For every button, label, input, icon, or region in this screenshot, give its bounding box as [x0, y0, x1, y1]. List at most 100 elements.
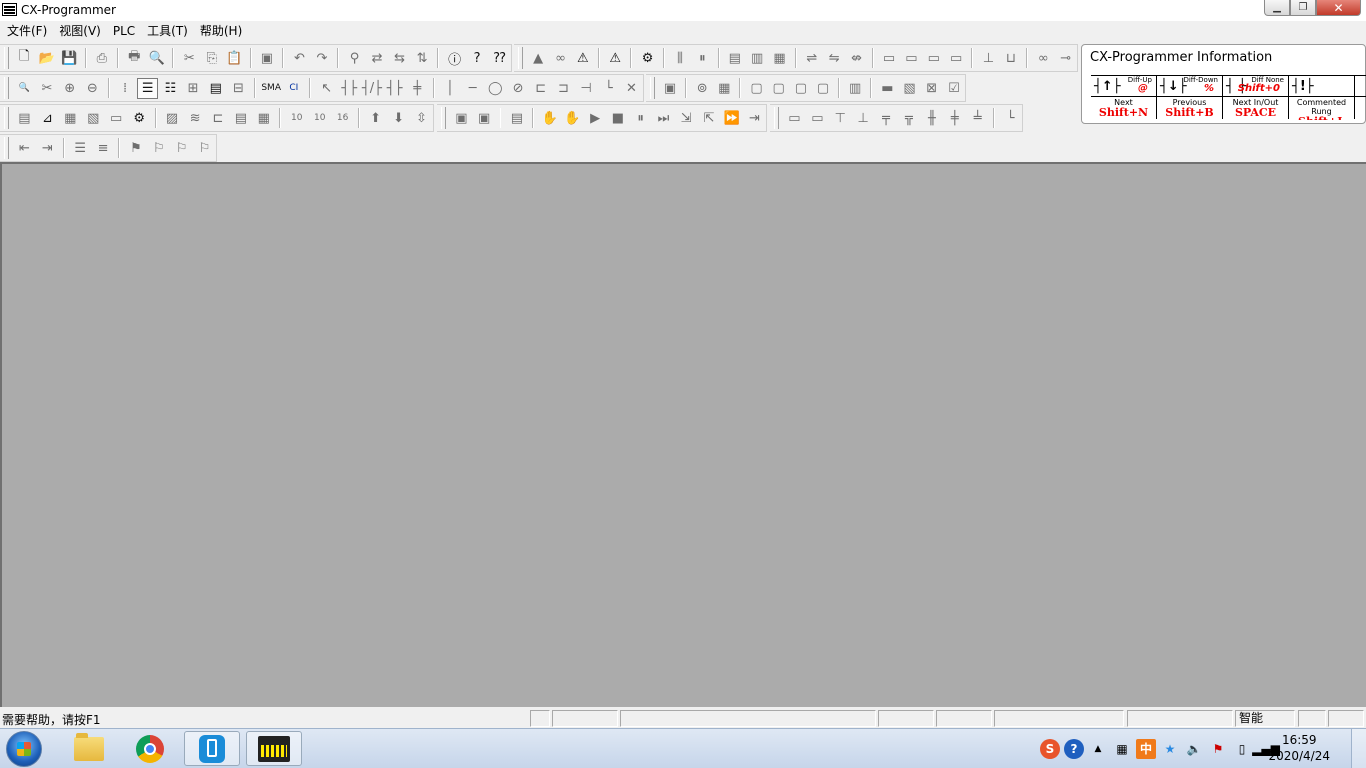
sim-disconnect-icon[interactable]: ▣ — [474, 108, 495, 129]
line-connect-icon[interactable]: └ — [598, 78, 619, 99]
pause-sim-icon[interactable]: ⏸ — [630, 108, 651, 129]
divergence-icon[interactable]: ╦ — [899, 108, 920, 129]
format-10-icon[interactable]: 10 — [286, 108, 307, 129]
toolbar-grip[interactable] — [4, 77, 9, 99]
project-workspace-icon[interactable]: ▤ — [14, 108, 35, 129]
output-window-icon[interactable]: ⊿ — [37, 108, 58, 129]
set-value-icon[interactable]: ▢ — [791, 78, 811, 99]
mdi-workspace[interactable] — [0, 162, 1366, 707]
branch-icon[interactable]: ⊣ — [576, 78, 597, 99]
bookmark-prev-icon[interactable]: ⚐ — [171, 138, 192, 159]
toolbar-grip[interactable] — [4, 137, 9, 159]
menu-plc[interactable]: PLC — [107, 21, 141, 42]
symbol-table-icon[interactable]: ▤ — [205, 78, 226, 99]
zoom-icon[interactable]: 🔍 — [14, 78, 35, 99]
action-box-icon[interactable]: ▭ — [807, 108, 828, 129]
address-ref-icon[interactable]: ⊠ — [922, 78, 942, 99]
sim-connect-icon[interactable]: ▣ — [451, 108, 472, 129]
toolbar-grip[interactable] — [441, 107, 446, 129]
zoom-out-icon[interactable]: ⊖ — [82, 78, 103, 99]
hand-step-icon[interactable]: ✋ — [562, 108, 583, 129]
connector-icon[interactable]: └ — [1000, 108, 1021, 129]
pause-icon[interactable]: ⏸ — [692, 48, 712, 69]
memory-icon[interactable]: ▥ — [747, 48, 767, 69]
toolbar-grip[interactable] — [518, 47, 523, 69]
contact-no-icon[interactable]: ┤├ — [339, 78, 360, 99]
star-icon[interactable]: ★ — [1160, 739, 1180, 759]
sogou-input-icon[interactable]: S — [1040, 738, 1060, 759]
properties-icon[interactable]: ▭ — [106, 108, 127, 129]
open-folder-icon[interactable]: 📂 — [36, 48, 57, 69]
help-icon[interactable]: ? — [467, 48, 488, 69]
warning-find-icon[interactable]: ⚠ — [573, 48, 593, 69]
cross-ref-icon[interactable]: ⊟ — [228, 78, 249, 99]
compare-icon[interactable]: ⇳ — [411, 108, 432, 129]
sma-icon[interactable]: SMA — [261, 78, 282, 99]
watch-window-icon[interactable]: ▬ — [877, 78, 897, 99]
save-icon[interactable]: 💾 — [59, 48, 80, 69]
menu-tools[interactable]: 工具(T) — [141, 21, 194, 42]
replace-icon[interactable]: ⇄ — [367, 48, 388, 69]
show-desktop-button[interactable] — [1351, 729, 1366, 768]
jump-icon[interactable]: ⊥ — [853, 108, 874, 129]
paste-special-icon[interactable]: ▣ — [257, 48, 278, 69]
transfer-to-plc-icon[interactable]: ▭ — [879, 48, 899, 69]
online-icon[interactable]: ⇌ — [802, 48, 822, 69]
find-address-icon[interactable]: ⇅ — [412, 48, 433, 69]
transfer-from-plc-icon[interactable]: ▭ — [901, 48, 921, 69]
table-icon[interactable]: ▦ — [253, 108, 274, 129]
horizontal-line-icon[interactable]: ─ — [462, 78, 483, 99]
about-icon[interactable]: ⓘ — [444, 48, 465, 69]
line-delete-icon[interactable]: ✕ — [621, 78, 642, 99]
indent-right-icon[interactable]: ⇥ — [37, 138, 58, 159]
phone-app-taskbar-button[interactable] — [184, 731, 240, 766]
align-icon[interactable]: ☰ — [70, 138, 91, 159]
run-icon[interactable]: ▶ — [585, 108, 606, 129]
online-cancel-icon[interactable]: ⇎ — [846, 48, 866, 69]
ci-icon[interactable]: CI — [284, 78, 305, 99]
step-icon[interactable]: ⏭ — [653, 108, 674, 129]
time-chart-icon[interactable]: ▦ — [714, 78, 734, 99]
bell-icon[interactable]: ▲ — [528, 48, 548, 69]
grid-icon[interactable]: ⁞ — [115, 78, 136, 99]
copy-icon[interactable]: ⎘ — [202, 48, 223, 69]
show-hidden-icons-icon[interactable]: ▲ — [1088, 739, 1108, 759]
reset-icon[interactable]: ▢ — [769, 78, 789, 99]
find-icon[interactable]: ⚲ — [344, 48, 365, 69]
sfc-link-icon[interactable]: ╧ — [967, 108, 988, 129]
transfer-all-icon[interactable]: ▭ — [946, 48, 966, 69]
mnemonic-view-icon[interactable]: ⊞ — [183, 78, 204, 99]
bookmark-icon[interactable]: ⚑ — [125, 138, 146, 159]
step-box-icon[interactable]: ▭ — [784, 108, 805, 129]
volume-icon[interactable]: 🔈 — [1184, 739, 1204, 759]
indent-left-icon[interactable]: ⇤ — [14, 138, 35, 159]
menu-view[interactable]: 视图(V) — [53, 21, 107, 42]
vertical-line-icon[interactable]: │ — [440, 78, 461, 99]
parallel-icon[interactable]: ╪ — [944, 108, 965, 129]
bookmark-next-icon[interactable]: ⚐ — [148, 138, 169, 159]
compare-plc-icon[interactable]: ▭ — [924, 48, 944, 69]
network-drive-icon[interactable]: ▦ — [1112, 739, 1132, 759]
download-icon[interactable]: ⬇ — [388, 108, 409, 129]
hand-icon[interactable]: ✋ — [539, 108, 560, 129]
toolbar-grip[interactable] — [774, 107, 779, 129]
toolbar-grip[interactable] — [4, 107, 9, 129]
checkbox-icon[interactable]: ☑ — [944, 78, 964, 99]
step-out-icon[interactable]: ⇱ — [699, 108, 720, 129]
program-icon[interactable]: ⊏ — [207, 108, 228, 129]
cx-programmer-taskbar-button[interactable] — [246, 731, 302, 766]
contact-nc-icon[interactable]: ┤/├ — [362, 78, 383, 99]
section-icon[interactable]: ▨ — [162, 108, 183, 129]
print-preview-icon[interactable]: ⎙ — [92, 48, 113, 69]
menu-help[interactable]: 帮助(H) — [194, 21, 248, 42]
watch-icon[interactable]: ▦ — [60, 108, 81, 129]
format-icon[interactable]: ≡ — [93, 138, 114, 159]
online-edit-icon[interactable]: ⇋ — [824, 48, 844, 69]
convergence-icon[interactable]: ╫ — [921, 108, 942, 129]
paste-icon[interactable]: 📋 — [224, 48, 245, 69]
continuous-step-icon[interactable]: ⏩ — [721, 108, 742, 129]
address-icon[interactable]: ▧ — [83, 108, 104, 129]
ime-indicator[interactable]: 中 — [1136, 738, 1156, 759]
monitor-icon[interactable]: ▣ — [660, 78, 680, 99]
undo-icon[interactable]: ↶ — [289, 48, 310, 69]
